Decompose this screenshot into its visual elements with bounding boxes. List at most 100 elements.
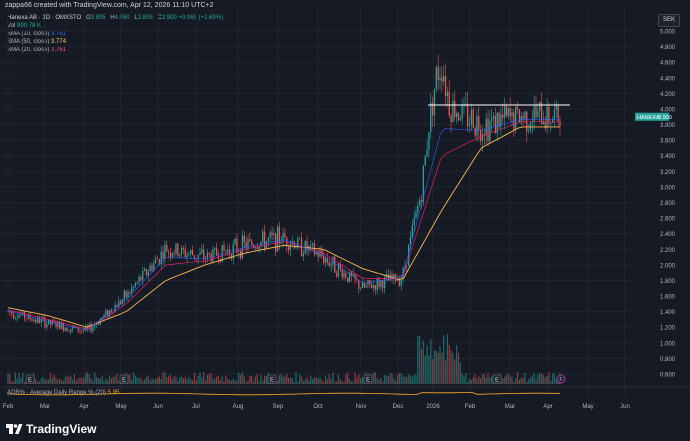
candle-body xyxy=(149,265,151,272)
volume-bar xyxy=(97,378,100,384)
volume-bar xyxy=(435,350,437,384)
candle-body xyxy=(180,247,183,255)
volume-bar xyxy=(323,381,325,384)
time-tick-label: Mar xyxy=(505,404,515,410)
tradingview-logo-icon[interactable] xyxy=(5,423,23,435)
volume-bar xyxy=(407,374,410,384)
volume-bar xyxy=(334,381,336,384)
volume-bar xyxy=(236,380,238,384)
volume-bar xyxy=(201,377,203,384)
price-chart[interactable]: 5.000 4.800 4.600 4.400 4.200 4.000 3.800 3.600… xyxy=(0,0,690,417)
candle-body xyxy=(411,225,413,237)
price-tick-label: 1.200 xyxy=(660,326,676,332)
volume-bar xyxy=(68,376,70,384)
volume-bar xyxy=(112,376,114,384)
candle-body xyxy=(476,116,478,136)
candle-body xyxy=(457,113,460,121)
volume-bar xyxy=(199,372,201,384)
candle-body xyxy=(155,258,157,264)
candle-body xyxy=(254,247,257,249)
candle-body xyxy=(11,312,13,314)
candle-body xyxy=(428,132,430,150)
volume-bar xyxy=(71,379,74,384)
volume-bar xyxy=(540,373,543,384)
candle-body xyxy=(492,116,495,119)
time-tick-label: Jun xyxy=(620,404,630,410)
volume-bar xyxy=(520,377,522,384)
volume-bar xyxy=(225,375,227,384)
candle-body xyxy=(81,330,83,332)
volume-bar xyxy=(215,376,218,384)
volume-bar xyxy=(503,376,506,384)
adr-legend[interactable]: ADR% · Average Daily Range % (20) 5.95 xyxy=(7,390,119,396)
candle-body xyxy=(448,91,450,116)
candle-body xyxy=(398,279,401,286)
volume-bar xyxy=(463,375,465,384)
candle-body xyxy=(289,243,292,251)
candle-body xyxy=(546,106,548,129)
tradingview-brand[interactable]: TradingView xyxy=(26,422,96,436)
volume-bar xyxy=(190,379,192,384)
price-tick-label: 2.000 xyxy=(660,263,676,269)
candle-body xyxy=(108,309,111,317)
earnings-marker-label: E xyxy=(495,378,499,384)
price-tick-label: 4.400 xyxy=(660,76,676,82)
volume-bar xyxy=(411,376,413,384)
candle-body xyxy=(374,285,377,291)
volume-bar xyxy=(529,377,532,384)
volume-bar xyxy=(335,381,338,384)
volume-bar xyxy=(444,360,447,384)
volume-bar xyxy=(99,378,101,384)
volume-bar xyxy=(317,378,319,384)
candle-body xyxy=(361,282,364,289)
volume-bar xyxy=(550,380,552,384)
volume-bar xyxy=(502,378,504,384)
volume-bar xyxy=(476,378,478,384)
candle-body xyxy=(311,243,314,245)
candle-body xyxy=(472,109,474,128)
volume-bar xyxy=(241,372,244,384)
last-price-value: 3.900 xyxy=(658,115,672,121)
volume-bar xyxy=(212,379,214,384)
volume-bar xyxy=(339,379,341,384)
volume-bar xyxy=(293,381,295,384)
price-tick-label: 2.200 xyxy=(660,248,676,254)
volume-bar xyxy=(252,381,255,384)
candle-body xyxy=(169,252,172,257)
candle-body xyxy=(214,248,216,250)
volume-bar xyxy=(59,378,61,384)
volume-bar xyxy=(328,374,330,384)
volume-bar xyxy=(40,378,42,384)
volume-bar xyxy=(204,380,207,384)
volume-bar xyxy=(155,378,157,384)
candle-body xyxy=(503,106,506,118)
volume-bar xyxy=(319,377,321,384)
volume-bar xyxy=(315,376,317,384)
sma20-line xyxy=(7,121,560,330)
candle-body xyxy=(225,250,227,252)
candle-body xyxy=(380,280,382,288)
volume-bar xyxy=(518,379,521,384)
volume-bar xyxy=(81,377,83,384)
volume-bar xyxy=(419,336,421,384)
volume-bar xyxy=(505,374,508,384)
volume-bar xyxy=(393,377,395,384)
price-tick-label: 0.800 xyxy=(660,357,676,363)
candle-body xyxy=(247,239,249,249)
volume-bar xyxy=(461,373,463,384)
candle-body xyxy=(269,232,271,238)
candle-body xyxy=(119,300,122,304)
candle-body xyxy=(60,322,63,329)
volume-bar xyxy=(227,378,229,384)
candle-body xyxy=(443,76,445,82)
volume-bar xyxy=(352,381,354,384)
time-tick-label: Apr xyxy=(79,404,88,410)
volume-bar xyxy=(42,376,44,384)
volume-bar xyxy=(389,373,391,384)
volume-bar xyxy=(468,378,471,384)
volume-bar xyxy=(108,375,111,384)
candle-body xyxy=(372,285,375,288)
volume-bar xyxy=(55,377,57,384)
volume-bar xyxy=(330,378,332,384)
candle-body xyxy=(352,274,354,277)
